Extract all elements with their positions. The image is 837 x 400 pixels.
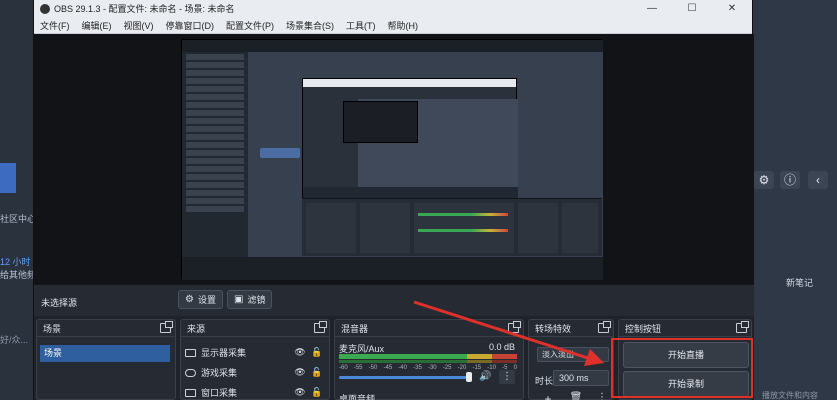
source-item[interactable]: 显示器采集 👁 🔓 bbox=[185, 344, 323, 361]
undock-icon[interactable] bbox=[160, 321, 173, 333]
scene-list-item[interactable]: 场景 bbox=[40, 345, 170, 362]
lock-icon[interactable]: 🔓 bbox=[311, 347, 323, 358]
preview-capture-docks bbox=[302, 198, 602, 256]
transition-select[interactable]: 淡入淡出 bbox=[537, 347, 609, 362]
preview-capture-sidebar bbox=[182, 52, 248, 257]
undock-icon[interactable] bbox=[736, 321, 749, 333]
maximize-button[interactable]: ☐ bbox=[672, 3, 712, 14]
window-title: OBS 29.1.3 - 配置文件: 未命名 - 场景: 未命名 bbox=[54, 4, 235, 14]
background-text: 好/众... bbox=[0, 335, 29, 345]
eye-icon[interactable]: 👁 bbox=[294, 387, 306, 398]
window-icon bbox=[185, 388, 196, 397]
obs-logo-icon bbox=[40, 3, 50, 14]
lock-icon[interactable]: 🔓 bbox=[311, 387, 323, 398]
chevron-left-icon[interactable]: ‹ bbox=[808, 171, 828, 189]
menu-file[interactable]: 文件(F) bbox=[34, 19, 76, 32]
filters-button[interactable]: ▣ 滤镜 bbox=[227, 290, 273, 309]
transitions-dock: 转场特效 淡入淡出 时长 300 ms + 🗑 ⋮ bbox=[528, 319, 614, 400]
sources-title: 来源 bbox=[187, 323, 206, 334]
source-label: 显示器采集 bbox=[201, 348, 247, 358]
source-item[interactable]: 游戏采集 👁 🔓 bbox=[185, 364, 323, 381]
channel-db: 0.0 dB bbox=[488, 342, 515, 352]
undock-icon[interactable] bbox=[314, 321, 327, 333]
channel-name: 桌面音频 bbox=[339, 394, 376, 400]
info-icon[interactable]: ⓘ bbox=[780, 171, 800, 189]
properties-button[interactable]: ⚙ 设置 bbox=[178, 290, 223, 309]
transitions-title: 转场特效 bbox=[535, 323, 572, 334]
close-button[interactable]: ✕ bbox=[712, 3, 752, 14]
menu-help[interactable]: 帮助(H) bbox=[382, 19, 425, 32]
source-label: 窗口采集 bbox=[201, 388, 238, 398]
preview-capture-taskbar bbox=[182, 257, 603, 280]
volume-slider-handle[interactable] bbox=[466, 372, 472, 382]
minimize-button[interactable]: — bbox=[632, 3, 672, 14]
filter-icon: ▣ bbox=[234, 294, 244, 305]
preview-canvas[interactable] bbox=[181, 39, 603, 280]
menu-scene-collection[interactable]: 场景集合(S) bbox=[280, 19, 340, 32]
mixer-channel: 麦克风/Aux 0.0 dB -60 -55 -50 -45 -40 -35 -30 -25-… bbox=[339, 342, 517, 384]
background-left-panel: 社区中心 12 小时 给其他频 好/众... bbox=[0, 0, 37, 400]
duration-input[interactable]: 300 ms bbox=[553, 370, 609, 386]
menu-edit[interactable]: 编辑(E) bbox=[76, 19, 118, 32]
lock-icon[interactable]: 🔓 bbox=[311, 367, 323, 378]
menu-bar: 文件(F) 编辑(E) 视图(V) 停靠窗口(D) 配置文件(P) 场景集合(S… bbox=[34, 17, 752, 34]
background-text: 给其他频 bbox=[0, 270, 37, 280]
gear-icon[interactable]: ⚙ bbox=[754, 171, 774, 189]
gamepad-icon bbox=[185, 368, 196, 377]
undock-icon[interactable] bbox=[598, 321, 611, 333]
background-footer-text: 播放文件和内容 bbox=[762, 391, 818, 400]
properties-label: 设置 bbox=[197, 295, 216, 305]
background-right-panel: ⚙ ⓘ ‹ 新笔记 播放文件和内容 bbox=[752, 0, 837, 400]
more-options-icon[interactable]: ⋮ bbox=[595, 392, 609, 400]
trash-icon[interactable]: 🗑 bbox=[569, 392, 583, 400]
background-blue-tab bbox=[0, 163, 16, 193]
mixer-title: 混音器 bbox=[341, 323, 369, 334]
scenes-dock: 场景 场景 bbox=[36, 319, 176, 400]
volume-meter-peak bbox=[339, 360, 517, 363]
source-toolbar: 未选择源 ⚙ 设置 ▣ 滤镜 bbox=[34, 284, 754, 316]
scenes-title: 场景 bbox=[43, 323, 62, 334]
channel-name: 麦克风/Aux bbox=[339, 344, 385, 354]
eye-icon[interactable]: 👁 bbox=[294, 367, 306, 378]
filters-label: 滤镜 bbox=[247, 295, 266, 305]
controls-title: 控制按钮 bbox=[625, 323, 662, 334]
menu-docks[interactable]: 停靠窗口(D) bbox=[160, 19, 221, 32]
menu-view[interactable]: 视图(V) bbox=[118, 19, 160, 32]
menu-profile[interactable]: 配置文件(P) bbox=[220, 19, 280, 32]
no-source-label: 未选择源 bbox=[41, 298, 78, 308]
source-item[interactable]: 窗口采集 👁 🔓 bbox=[185, 384, 323, 400]
plus-icon[interactable]: + bbox=[539, 392, 557, 400]
title-bar: OBS 29.1.3 - 配置文件: 未命名 - 场景: 未命名 — ☐ ✕ bbox=[34, 0, 752, 17]
volume-slider[interactable] bbox=[339, 376, 469, 379]
highlight-box bbox=[611, 338, 753, 398]
monitor-icon bbox=[185, 348, 196, 357]
speaker-icon[interactable]: 🔊 bbox=[479, 371, 491, 382]
gear-icon: ⚙ bbox=[185, 294, 194, 305]
volume-meter bbox=[339, 354, 517, 359]
menu-tools[interactable]: 工具(T) bbox=[340, 19, 382, 32]
duration-label: 时长 bbox=[535, 376, 554, 386]
source-label: 游戏采集 bbox=[201, 368, 238, 378]
sources-dock: 来源 显示器采集 👁 🔓 游戏采集 👁 🔓 窗口采集 👁 🔓 bbox=[180, 319, 330, 400]
preview-capture-button bbox=[260, 148, 300, 158]
preview-capture-titlebar bbox=[182, 40, 603, 52]
preview-area[interactable] bbox=[34, 34, 754, 284]
background-text: 12 小时 bbox=[0, 257, 31, 267]
undock-icon[interactable] bbox=[508, 321, 521, 333]
background-text: 社区中心 bbox=[0, 214, 37, 224]
eye-icon[interactable]: 👁 bbox=[294, 347, 306, 358]
more-options-icon[interactable]: ⋮ bbox=[499, 370, 515, 384]
new-note-label[interactable]: 新笔记 bbox=[786, 276, 813, 289]
audio-mixer-dock: 混音器 麦克风/Aux 0.0 dB -60 -55 -50 -45 -40 -35 -30… bbox=[334, 319, 524, 400]
